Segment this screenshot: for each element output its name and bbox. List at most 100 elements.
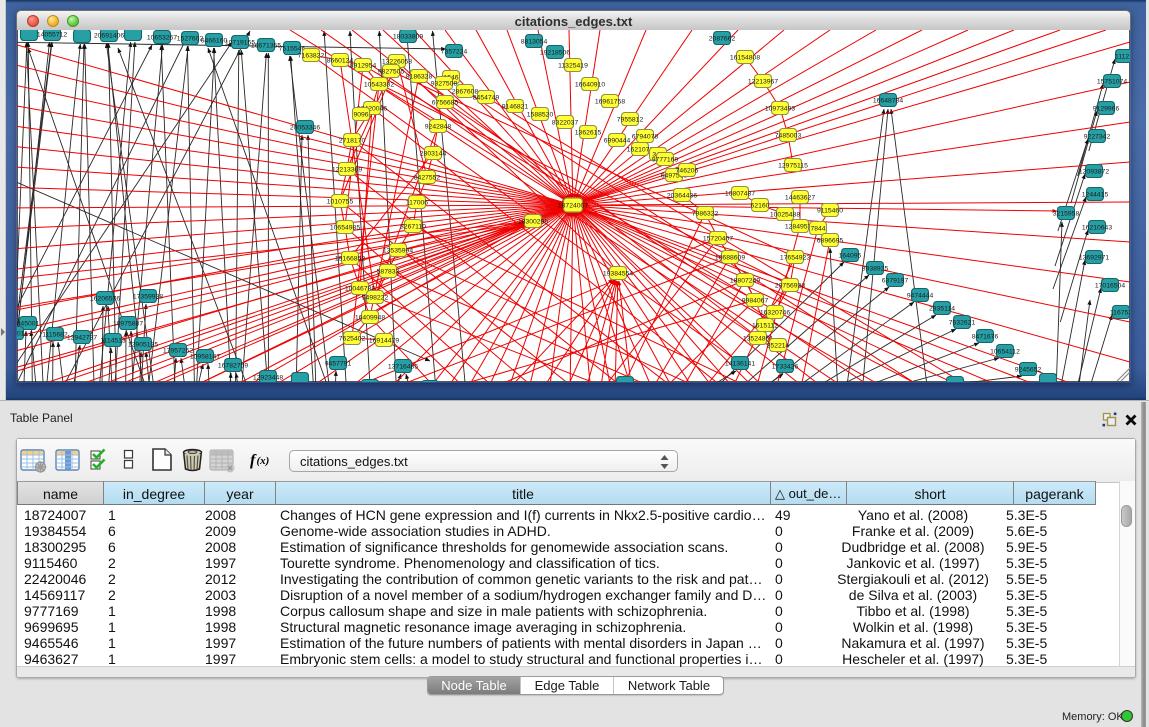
svg-text:19384554: 19384554 [603, 270, 633, 277]
svg-text:18724007: 18724007 [558, 202, 588, 209]
svg-text:11121: 11121 [1115, 53, 1130, 60]
svg-text:9115460: 9115460 [817, 207, 843, 214]
svg-text:12905135: 12905135 [128, 341, 158, 348]
svg-text:7632621: 7632621 [949, 319, 976, 326]
svg-text:6990444: 6990444 [604, 137, 631, 144]
svg-text:587833: 587833 [377, 268, 400, 275]
svg-text:2087662: 2087662 [709, 35, 736, 42]
svg-text:14463627: 14463627 [785, 194, 815, 201]
svg-text:20756928: 20756928 [775, 282, 805, 289]
svg-text:16914479: 16914479 [369, 337, 399, 344]
svg-text:3215958: 3215958 [1053, 210, 1080, 217]
svg-text:10654985: 10654985 [330, 224, 360, 231]
svg-text:6794078: 6794078 [632, 133, 659, 140]
svg-text:8322037: 8322037 [552, 119, 579, 126]
svg-text:7485003: 7485003 [775, 132, 802, 139]
svg-text:9146821: 9146821 [502, 103, 529, 110]
svg-text:16961758: 16961758 [595, 98, 625, 105]
svg-text:116753: 116753 [1110, 309, 1130, 316]
svg-text:6466160: 6466160 [201, 37, 228, 44]
svg-text:16409948: 16409948 [355, 314, 385, 321]
svg-text:7986322: 7986322 [692, 210, 719, 217]
svg-text:13716485: 13716485 [388, 363, 418, 370]
svg-text:13692971: 13692971 [1079, 254, 1109, 261]
svg-text:18300295: 18300295 [518, 218, 548, 225]
svg-text:8427552: 8427552 [414, 174, 441, 181]
svg-text:2718170: 2718170 [339, 137, 366, 144]
svg-text:7357224: 7357224 [441, 48, 468, 55]
svg-text:9498222: 9498222 [362, 294, 389, 301]
svg-text:12093872: 12093872 [1079, 168, 1109, 175]
svg-text:17359938: 17359938 [133, 293, 163, 300]
svg-text:16782759: 16782759 [218, 362, 248, 369]
svg-text:14055712: 14055712 [37, 31, 67, 38]
svg-text:10543382: 10543382 [364, 81, 394, 88]
svg-text:9457791: 9457791 [325, 360, 352, 367]
svg-text:10654112: 10654112 [990, 348, 1020, 355]
svg-text:17957252: 17957252 [163, 347, 193, 354]
svg-text:9327508: 9327508 [431, 80, 458, 87]
svg-text:15751074: 15751074 [1097, 78, 1127, 85]
svg-text:18807249: 18807249 [730, 277, 760, 284]
svg-text:9245652: 9245652 [1015, 366, 1042, 373]
svg-text:15720407: 15720407 [703, 235, 733, 242]
svg-text:16210643: 16210643 [1082, 224, 1112, 231]
svg-text:19218506: 19218506 [540, 49, 570, 56]
svg-text:1010755: 1010755 [327, 198, 354, 205]
svg-text:20053346: 20053346 [290, 124, 320, 131]
svg-text:39101: 39101 [17, 330, 25, 337]
svg-text:10807487: 10807487 [725, 190, 755, 197]
svg-text:16648784: 16648784 [873, 97, 903, 104]
svg-text:9777169: 9777169 [652, 156, 679, 163]
svg-text:6756685: 6756685 [432, 99, 459, 106]
svg-text:16154808: 16154808 [730, 54, 760, 61]
svg-text:8454749: 8454749 [473, 94, 500, 101]
svg-text:8938925: 8938925 [862, 265, 889, 272]
svg-text:20691406: 20691406 [94, 32, 124, 39]
svg-text:10653267: 10653267 [147, 34, 177, 41]
svg-text:16206576: 16206576 [90, 295, 120, 302]
svg-text:10973493: 10973493 [765, 105, 795, 112]
svg-text:7625402: 7625402 [339, 335, 366, 342]
svg-text:117006: 117006 [406, 199, 428, 206]
svg-text:1115682: 1115682 [42, 331, 68, 338]
svg-text:10975887: 10975887 [113, 320, 143, 327]
svg-text:12923448: 12923448 [253, 374, 283, 381]
svg-text:8471676: 8471676 [972, 333, 999, 340]
svg-text:20364436: 20364436 [667, 192, 697, 199]
svg-text:7844: 7844 [810, 225, 825, 232]
svg-text:9242848: 9242848 [425, 123, 452, 130]
svg-text:62160: 62160 [751, 202, 770, 209]
svg-text:6896695: 6896695 [817, 237, 844, 244]
svg-text:6379197: 6379197 [882, 277, 909, 284]
svg-text:8912954: 8912954 [350, 62, 377, 69]
svg-text:164095: 164095 [839, 252, 862, 259]
svg-text:1615112: 1615112 [752, 322, 778, 329]
svg-text:9474444: 9474444 [907, 292, 934, 299]
svg-text:252214: 252214 [767, 342, 790, 349]
svg-text:9984067: 9984067 [742, 297, 769, 304]
svg-text:12213369: 12213369 [332, 166, 362, 173]
svg-text:1244415: 1244415 [1082, 191, 1109, 198]
svg-text:16640910: 16640910 [575, 81, 605, 88]
svg-text:11325419: 11325419 [558, 62, 588, 69]
svg-text:2803144: 2803144 [420, 150, 447, 157]
svg-text:7955812: 7955812 [617, 116, 644, 123]
svg-text:13535994: 13535994 [383, 247, 413, 254]
svg-text:12942737: 12942737 [67, 334, 97, 341]
svg-text:16320746: 16320746 [760, 309, 790, 316]
svg-text:10958147: 10958147 [190, 353, 220, 360]
svg-text:10025488: 10025488 [770, 211, 800, 218]
svg-text:9129966: 9129966 [1093, 105, 1120, 112]
svg-text:12213967: 12213967 [748, 78, 778, 85]
svg-text:14136141: 14136141 [725, 360, 755, 367]
svg-text:9827505: 9827505 [378, 68, 405, 75]
svg-text:8813054: 8813054 [521, 38, 548, 45]
svg-text:8267110: 8267110 [400, 223, 426, 230]
svg-text:12975115: 12975115 [778, 162, 808, 169]
svg-text:13524861: 13524861 [743, 335, 773, 342]
svg-text:2935114: 2935114 [929, 305, 955, 312]
svg-text:19166852: 19166852 [335, 255, 365, 262]
svg-text:1588520: 1588520 [527, 111, 554, 118]
svg-text:16671355: 16671355 [251, 42, 281, 49]
